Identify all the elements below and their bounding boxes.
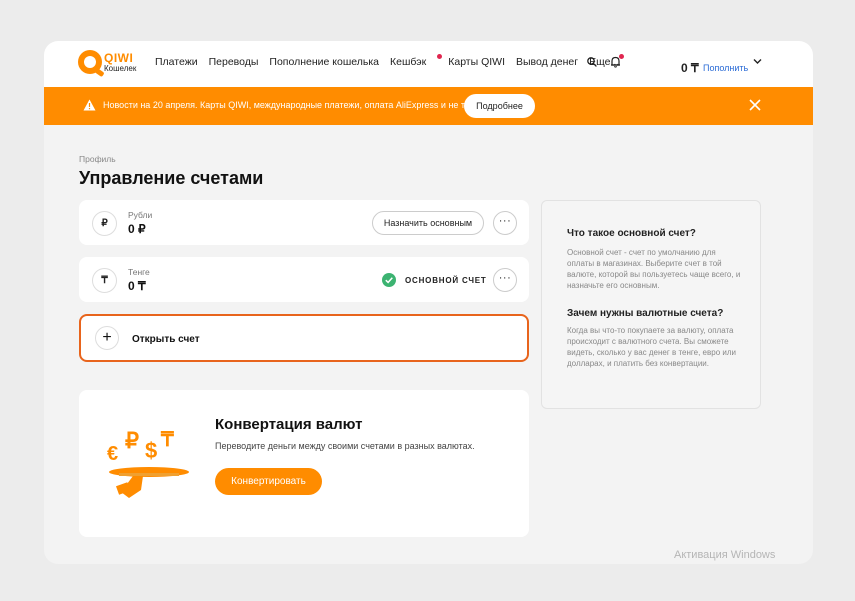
convert-button[interactable]: Конвертировать	[215, 468, 322, 495]
info-heading-main-account: Что такое основной счет?	[567, 228, 696, 239]
chevron-down-icon[interactable]	[753, 58, 762, 65]
breadcrumb[interactable]: Профиль	[79, 154, 116, 164]
open-account-button[interactable]: + Открыть счет	[79, 314, 529, 362]
plus-icon: +	[95, 326, 119, 350]
currency-tray-illustration: € ₽ $ ₸	[107, 428, 189, 498]
promo-title: Конвертация валют	[215, 416, 363, 433]
notification-dot	[437, 54, 443, 59]
svg-text:₽: ₽	[125, 428, 139, 453]
nav-transfers[interactable]: Переводы	[209, 56, 259, 68]
topup-link[interactable]: Пополнить	[703, 63, 748, 73]
tenge-icon: ₸	[92, 268, 117, 293]
qiwi-logo-icon	[78, 50, 102, 74]
app-window: QIWI Кошелек Платежи Переводы Пополнение…	[44, 41, 813, 564]
nav-topup-wallet[interactable]: Пополнение кошелька	[269, 56, 379, 68]
account-name: Тенге	[128, 267, 150, 277]
logo-subtitle: Кошелек	[104, 63, 137, 73]
search-icon[interactable]	[587, 57, 597, 67]
page-title: Управление счетами	[79, 168, 264, 188]
info-text-currency-accounts: Когда вы что-то покупаете за валюту, опл…	[567, 326, 736, 368]
main-account-label: ОСНОВНОЙ СЧЕТ	[405, 276, 487, 285]
svg-text:€: €	[107, 443, 118, 465]
news-banner: Новости на 20 апреля. Карты QIWI, междун…	[44, 87, 813, 125]
check-icon	[382, 273, 396, 287]
close-icon[interactable]	[749, 99, 761, 111]
wallet-balance: 0 ₸	[681, 61, 699, 75]
set-main-button[interactable]: Назначить основным	[372, 211, 484, 235]
details-button[interactable]: Подробнее	[464, 94, 535, 118]
windows-activation-watermark: Активация Windows	[674, 549, 776, 561]
more-options-button[interactable]: ···	[493, 211, 517, 235]
info-sidebar: Что такое основной счет? Основной счет -…	[541, 200, 761, 409]
nav-withdraw[interactable]: Вывод денег	[516, 56, 578, 68]
top-header: QIWI Кошелек Платежи Переводы Пополнение…	[44, 41, 813, 87]
svg-text:₸: ₸	[160, 429, 174, 451]
promo-description: Переводите деньги между своими счетами в…	[215, 441, 475, 451]
ruble-icon: ₽	[92, 211, 117, 236]
account-card-kzt[interactable]: ₸ Тенге 0 ₸ ОСНОВНОЙ СЧЕТ ···	[79, 257, 529, 302]
info-text-main-account: Основной счет - счет по умолчанию для оп…	[567, 248, 741, 290]
nav-cashback[interactable]: Кешбэк	[390, 54, 443, 68]
nav-payments[interactable]: Платежи	[155, 56, 198, 68]
info-heading-currency-accounts: Зачем нужны валютные счета?	[567, 308, 724, 319]
account-balance: 0 ₸	[128, 279, 146, 293]
notification-dot	[619, 54, 624, 59]
main-nav: Платежи Переводы Пополнение кошелька Кеш…	[155, 54, 630, 68]
warning-icon	[83, 99, 96, 111]
account-name: Рубли	[128, 210, 153, 220]
account-card-rub[interactable]: ₽ Рубли 0 ₽ Назначить основным ···	[79, 200, 529, 245]
qiwi-logo[interactable]: QIWI Кошелек	[78, 50, 136, 74]
open-account-label: Открыть счет	[132, 334, 200, 345]
svg-text:$: $	[145, 438, 157, 463]
banner-text: Новости на 20 апреля. Карты QIWI, междун…	[103, 100, 489, 110]
logo-brand: QIWI	[104, 50, 134, 65]
currency-conversion-promo: € ₽ $ ₸ Конвертация валют Переводите ден…	[79, 390, 529, 537]
account-balance: 0 ₽	[128, 222, 146, 236]
more-options-button[interactable]: ···	[493, 268, 517, 292]
nav-qiwi-cards[interactable]: Карты QIWI	[448, 56, 505, 68]
